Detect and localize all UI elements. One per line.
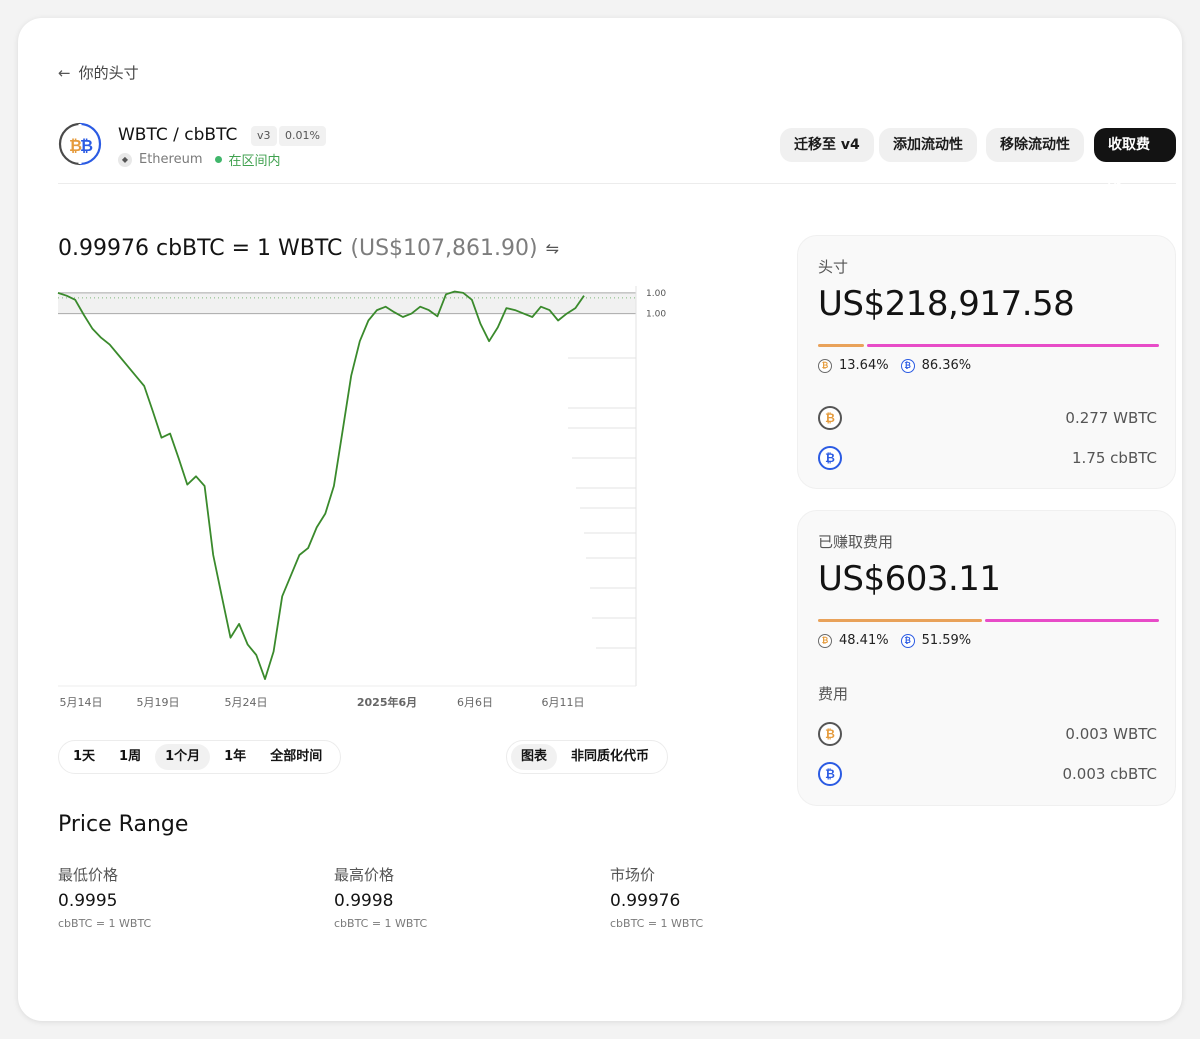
price-range-title: Price Range [58,812,189,837]
range-status: 在区间内 [228,154,281,169]
back-link[interactable]: ← 你的头寸 [58,62,139,83]
max-price-value: 0.9998 [334,891,394,911]
position-cbbtc-pct: 86.36% [921,358,972,373]
pair-subinfo: ◆ Ethereum 在区间内 [118,150,281,169]
position-panel: 头寸 US$218,917.58 ₿ 13.64% ₿ 86.36% ₿ 0.2… [797,235,1176,489]
view-nft[interactable]: 非同质化代币 [561,744,659,770]
fees-cbbtc-amount: 0.003 cbBTC [1062,765,1157,783]
x-tick-label: 5月19日 [137,696,180,709]
fees-wbtc-row: ₿ 0.003 WBTC [818,722,1157,746]
time-range-selector: 1天 1周 1个月 1年 全部时间 [58,740,342,774]
cbbtc-icon: ₿ [900,633,915,648]
min-price-label: 最低价格 [58,866,119,884]
fees-section-label: 费用 [818,685,849,703]
status-dot-icon [214,156,222,163]
price-rate: 0.99976 cbBTC = 1 WBTC [58,236,343,261]
fees-split-bar [818,619,1159,622]
ethereum-icon: ◆ [118,152,132,167]
x-tick-label: 5月24日 [225,696,268,709]
fees-wbtc-amount: 0.003 WBTC [1065,725,1157,743]
fee-tier-badge: 0.01% [278,126,326,146]
fees-wbtc-segment [818,619,982,622]
y-tick-label: 1.00 [646,310,666,320]
position-split-legend: ₿ 13.64% ₿ 86.36% [818,358,971,373]
range-1d[interactable]: 1天 [63,744,105,770]
svg-text:₿: ₿ [80,136,93,155]
version-badge: v3 [251,126,277,146]
market-price-block: 市场价 0.99976 cbBTC = 1 WBTC [610,864,870,930]
position-cbbtc-amount: 1.75 cbBTC [1072,449,1157,467]
max-price-unit: cbBTC = 1 WBTC [334,917,428,930]
position-card: ← 你的头寸 ₿ ₿ WBTC / cbBTC v3 0.01% ◆ Ether… [18,18,1182,1021]
wbtc-icon: ₿ [818,406,842,430]
fees-wbtc-pct: 48.41% [839,633,889,648]
collect-fees-button[interactable]: 收取费用 [1094,128,1176,187]
back-label: 你的头寸 [78,64,139,82]
price-usd: (US$107,861.90) [350,236,538,261]
position-wbtc-amount: 0.277 WBTC [1065,409,1157,427]
swap-direction-icon[interactable]: ⇋ [546,239,559,258]
position-value: US$218,917.58 [818,284,1075,324]
position-title: 头寸 [818,258,849,276]
pair-title: WBTC / cbBTC [118,125,238,145]
x-tick-label: 5月14日 [60,696,103,709]
arrow-left-icon: ← [58,63,71,82]
range-1m[interactable]: 1个月 [155,744,211,770]
remove-liquidity-button[interactable]: 移除流动性 [986,128,1084,162]
view-chart[interactable]: 图表 [511,744,558,770]
price-chart[interactable]: 1.00 1.00 5月14日 5月19日 5月24日 2025年6月 6月6日 6月11日 [54,268,694,718]
max-price-label: 最高价格 [334,866,395,884]
wbtc-icon: ₿ [818,722,842,746]
fees-value: US$603.11 [818,559,1001,599]
range-1y[interactable]: 1年 [214,744,256,770]
max-price-block: 最高价格 0.9998 cbBTC = 1 WBTC [334,864,594,930]
position-wbtc-pct: 13.64% [839,358,889,373]
position-cbbtc-row: ₿ 1.75 cbBTC [818,446,1157,470]
fees-panel: 已赚取费用 US$603.11 ₿ 48.41% ₿ 51.59% 费用 ₿ 0… [797,510,1176,806]
view-selector: 图表 非同质化代币 [506,740,669,774]
y-tick-label: 1.00 [646,289,666,299]
current-price: 0.99976 cbBTC = 1 WBTC (US$107,861.90) ⇋ [58,236,559,261]
migrate-button[interactable]: 迁移至 v4 [780,128,874,162]
market-price-unit: cbBTC = 1 WBTC [610,917,704,930]
fees-split-legend: ₿ 48.41% ₿ 51.59% [818,633,971,648]
fees-cbbtc-segment [984,619,1159,622]
position-cbbtc-segment [867,344,1159,347]
position-wbtc-segment [818,344,865,347]
position-wbtc-row: ₿ 0.277 WBTC [818,406,1157,430]
x-tick-label: 6月6日 [457,696,493,709]
cbbtc-icon: ₿ [818,762,842,786]
range-all[interactable]: 全部时间 [260,744,332,770]
pair-logo-icon: ₿ ₿ [58,122,102,166]
fees-cbbtc-row: ₿ 0.003 cbBTC [818,762,1157,786]
wbtc-icon: ₿ [818,633,832,648]
min-price-value: 0.9995 [58,891,118,911]
fees-title: 已赚取费用 [818,533,894,551]
position-split-bar [818,344,1159,347]
x-tick-label: 6月11日 [542,696,585,709]
price-series-line [57,290,585,680]
pair-header: ₿ ₿ WBTC / cbBTC v3 0.01% ◆ Ethereum 在区间… [58,122,1176,187]
fees-cbbtc-pct: 51.59% [921,633,972,648]
network-label: Ethereum [139,152,203,167]
cbbtc-icon: ₿ [900,358,915,373]
min-price-unit: cbBTC = 1 WBTC [58,917,152,930]
market-price-label: 市场价 [610,866,656,884]
wbtc-icon: ₿ [818,358,832,373]
add-liquidity-button[interactable]: 添加流动性 [879,128,977,162]
range-1w[interactable]: 1周 [109,744,151,770]
cbbtc-icon: ₿ [818,446,842,470]
x-tick-label: 2025年6月 [357,695,417,709]
min-price-block: 最低价格 0.9995 cbBTC = 1 WBTC [58,864,318,930]
market-price-value: 0.99976 [610,891,681,911]
